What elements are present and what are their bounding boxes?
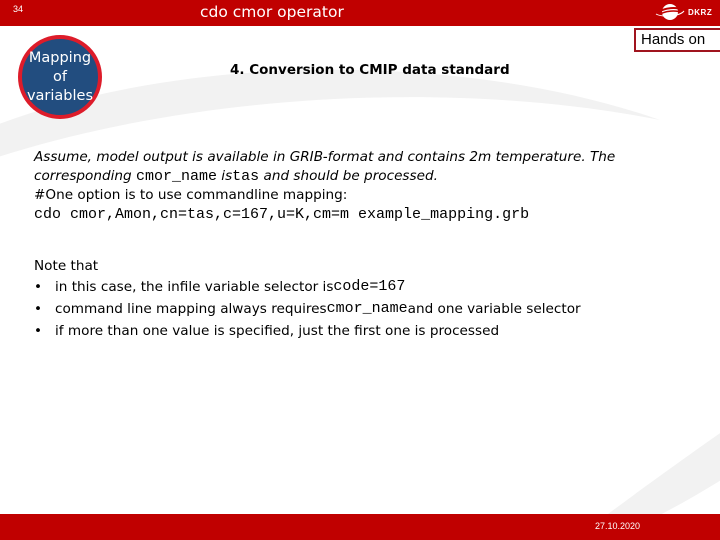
list-item-text: in this case, the infile variable select… [55, 279, 334, 295]
body-text-segment: is [216, 168, 233, 184]
list-item: • command line mapping always requires c… [34, 298, 581, 320]
footer-date: 27.10.2020 [595, 521, 641, 531]
dkrz-logo: DKRZ [655, 3, 712, 21]
code-cmor-name: cmor_name [135, 168, 217, 185]
body-text-segment: and should be processed. [259, 168, 438, 184]
notes-section: Note that • in this case, the infile var… [34, 256, 581, 342]
code-snippet: cmor_name [326, 300, 408, 317]
bullet-icon: • [34, 301, 43, 317]
slide-subtitle: 4. Conversion to CMIP data standard [230, 62, 510, 78]
header-title: cdo cmor operator [200, 3, 344, 21]
list-item: • in this case, the infile variable sele… [34, 276, 581, 298]
code-tas: tas [232, 168, 260, 185]
header-bar: 34 cdo cmor operator DKRZ [0, 0, 720, 26]
hands-on-label: Hands on [634, 28, 720, 52]
body-line: corresponding cmor_name istas and should… [34, 167, 694, 186]
body-text: Assume, model output is available in GRI… [34, 148, 694, 224]
section-badge: Mapping of variables [18, 35, 102, 119]
footer-bar: 27.10.2020 [0, 514, 720, 540]
list-item-text: if more than one value is specified, jus… [55, 323, 500, 339]
bullet-icon: • [34, 279, 43, 295]
badge-line: Mapping [28, 49, 92, 66]
body-line: Assume, model output is available in GRI… [34, 149, 616, 165]
bullet-icon: • [34, 323, 43, 339]
body-line: #One option is to use commandline mappin… [34, 187, 348, 203]
body-text-segment: corresponding [34, 168, 136, 184]
badge-line: variables [26, 87, 94, 104]
badge-line: of [53, 68, 67, 85]
list-item-text: command line mapping always requires [55, 301, 327, 317]
list-item-text: and one variable selector [407, 301, 581, 317]
list-item: • if more than one value is specified, j… [34, 320, 581, 342]
code-snippet: code=167 [333, 278, 406, 295]
globe-icon [655, 4, 685, 20]
notes-heading: Note that [34, 258, 99, 274]
slide-number: 34 [13, 4, 24, 14]
command-line: cdo cmor,Amon,cn=tas,c=167,u=K,cm=m exam… [34, 206, 530, 223]
logo-text: DKRZ [688, 7, 713, 17]
